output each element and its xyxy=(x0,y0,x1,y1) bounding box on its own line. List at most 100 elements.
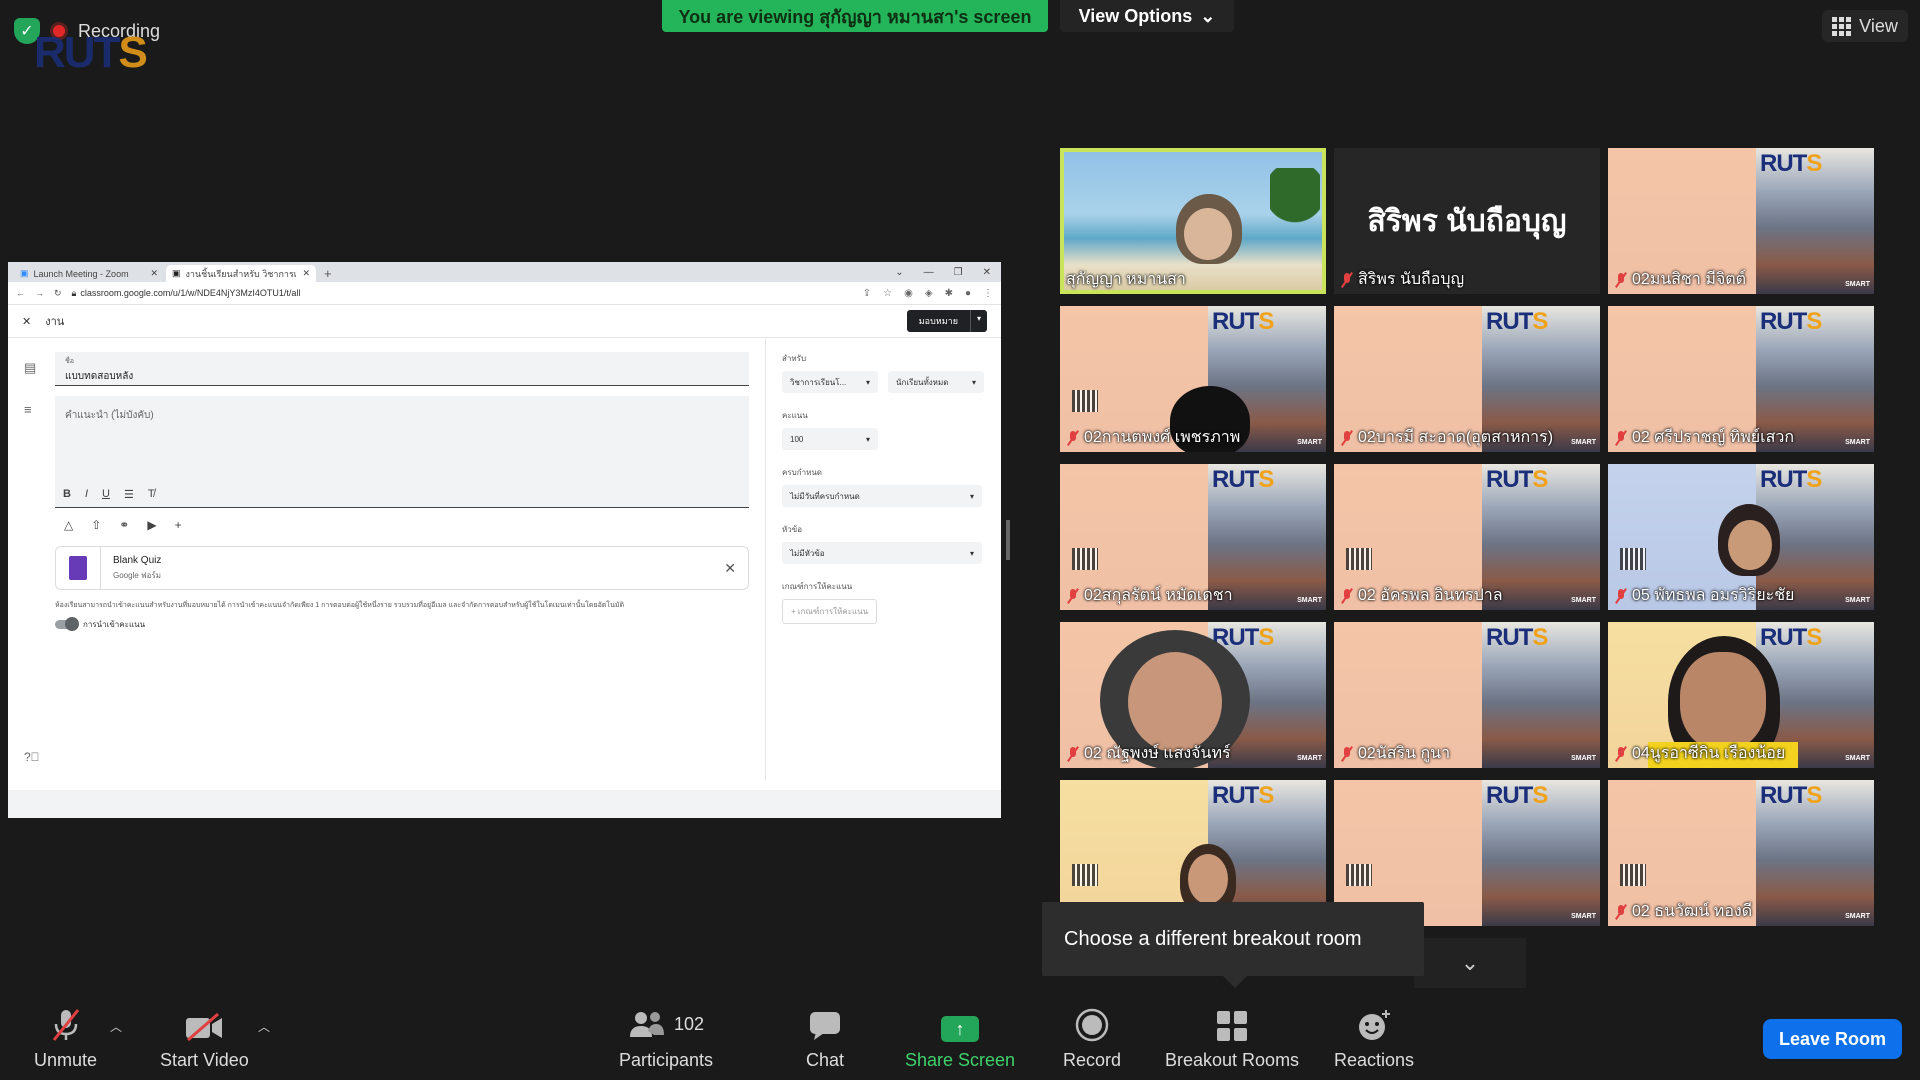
participants-count: 102 xyxy=(674,1013,705,1034)
grade-import-toggle[interactable] xyxy=(55,617,79,631)
new-tab-button[interactable]: + xyxy=(318,265,338,282)
share-screen-button[interactable]: ↑ Share Screen xyxy=(905,1006,1015,1071)
participant-tile[interactable]: สิริพร นับถือบุญ สิริพร นับถือบุญ xyxy=(1334,148,1600,294)
reload-icon[interactable]: ↻ xyxy=(54,288,62,299)
upload-icon[interactable]: ⇧ xyxy=(91,518,101,532)
participant-name-row: 02 ธนวัฒน์ ทองดี xyxy=(1614,899,1752,924)
bullet-list-icon[interactable]: ☰ xyxy=(124,488,134,501)
participant-tile[interactable]: RUTS SMART 02 ศรีปราชญ์ ทิพย์เสวก xyxy=(1608,306,1874,452)
due-date-select[interactable]: ไม่มีวันที่ครบกำหนด ▾ xyxy=(782,485,982,507)
extension-icon[interactable]: ◉ xyxy=(904,288,913,299)
participant-name-row: 02 ศรีปราชญ์ ทิพย์เสวก xyxy=(1614,425,1794,450)
bold-icon[interactable]: B xyxy=(63,488,71,501)
participants-button[interactable]: 102 Participants xyxy=(619,1006,713,1071)
profile-avatar-icon[interactable]: ● xyxy=(965,288,971,299)
splitter-handle[interactable] xyxy=(1006,520,1010,560)
audio-options-caret-icon[interactable]: ︿ xyxy=(110,1018,122,1035)
view-label: View xyxy=(1859,15,1898,36)
underline-icon[interactable]: U xyxy=(102,488,110,501)
puzzle-icon[interactable]: ✱ xyxy=(945,288,953,299)
leave-room-button[interactable]: Leave Room xyxy=(1763,1019,1902,1059)
muted-mic-icon xyxy=(1340,746,1354,762)
unmute-button[interactable]: Unmute xyxy=(34,1006,97,1071)
add-rubric-button[interactable]: + เกณฑ์การให้คะแนน xyxy=(782,599,878,624)
gallery-next-page-button[interactable]: ⌄ xyxy=(1414,938,1526,988)
reactions-smiley-icon xyxy=(1356,1006,1392,1042)
video-options-caret-icon[interactable]: ︿ xyxy=(258,1018,270,1035)
menu-dots-icon[interactable]: ⋮ xyxy=(983,288,993,299)
participant-name: 04นูรอาซีกิน เรืองน้อย xyxy=(1632,745,1786,762)
points-select[interactable]: 100 ▾ xyxy=(782,428,878,450)
remove-attachment-icon[interactable]: ✕ xyxy=(724,560,736,577)
extension-icons: ⇪ ☆ ◉ ◈ ✱ ● ⋮ xyxy=(863,288,993,299)
chat-bubble-icon xyxy=(808,1006,842,1042)
close-tab-icon[interactable]: ✕ xyxy=(150,268,158,279)
youtube-icon[interactable]: ▶ xyxy=(147,518,156,532)
participant-tile[interactable]: RUTS SMART 04นูรอาซีกิน เรืองน้อย xyxy=(1608,622,1874,768)
window-close-icon[interactable]: ✕ xyxy=(983,267,991,278)
assign-button[interactable]: มอบหมาย xyxy=(906,310,970,332)
breakout-rooms-button[interactable]: Breakout Rooms xyxy=(1165,1006,1299,1071)
notes-icon: ≡ xyxy=(24,402,32,417)
record-button[interactable]: Record xyxy=(1063,1006,1121,1071)
italic-icon[interactable]: I xyxy=(85,488,88,501)
clear-format-icon[interactable]: T̸ xyxy=(148,488,155,501)
participant-name: 02กานตพงศ์ เพชรภาพ xyxy=(1084,429,1241,446)
participant-face xyxy=(1128,652,1222,752)
chat-label: Chat xyxy=(806,1050,845,1070)
chat-button[interactable]: Chat xyxy=(806,1006,844,1071)
add-icon[interactable]: + xyxy=(175,518,182,532)
participant-tile[interactable]: RUTS SMART 05 พัทธพล อมรวิริยะชัย xyxy=(1608,464,1874,610)
participant-tile[interactable]: RUTS SMART 02มนสิชา มีจิตต์ xyxy=(1608,148,1874,294)
browser-tab-zoom[interactable]: ▣ Launch Meeting - Zoom ✕ xyxy=(14,265,164,282)
title-field-value: แบบทดสอบหลัง xyxy=(65,371,134,382)
title-field[interactable]: ชื่อ แบบทดสอบหลัง xyxy=(55,352,749,386)
participant-name: 02 ธนวัฒน์ ทองดี xyxy=(1632,903,1753,920)
extension-icon[interactable]: ◈ xyxy=(925,288,933,299)
participant-tile[interactable]: RUTS SMART 02กานตพงศ์ เพชรภาพ xyxy=(1060,306,1326,452)
participant-tile[interactable]: RUTS SMART 02สกุลรัตน์ หมัดเดชา xyxy=(1060,464,1326,610)
reactions-button[interactable]: Reactions xyxy=(1334,1006,1414,1071)
participant-name-row: 02บารมี สะอาด(อุตสาหการ) xyxy=(1340,425,1553,450)
close-icon[interactable]: ✕ xyxy=(22,315,31,328)
participant-tile[interactable]: สุกัญญา หมานสา xyxy=(1060,148,1326,294)
google-drive-icon[interactable]: △ xyxy=(64,518,73,532)
maximize-icon[interactable]: ❐ xyxy=(954,267,963,278)
link-icon[interactable]: ⚭ xyxy=(119,518,129,532)
participant-tile[interactable]: RUTS SMART 02 อัครพล อินทรปาล xyxy=(1334,464,1600,610)
instructions-field[interactable]: คำแนะนำ (ไม่บังคับ) B I U ☰ T̸ xyxy=(55,396,749,508)
class-select-value: วิชาการเรียนโ... xyxy=(790,377,847,387)
participant-tile[interactable]: RUTS SMART 02 ณัฐพงษ์ แสงจันทร์ xyxy=(1060,622,1326,768)
browser-tab-classroom[interactable]: ▣ งานชิ้นเรียนสำหรับ วิชาการเรียนโ... ✕ xyxy=(166,265,316,282)
quiz-attachment-card[interactable]: Blank Quiz Google ฟอร์ม ✕ xyxy=(55,546,749,590)
share-page-icon[interactable]: ⇪ xyxy=(863,288,871,299)
close-tab-icon[interactable]: ✕ xyxy=(302,268,310,279)
students-select[interactable]: นักเรียนทั้งหมด ▾ xyxy=(888,371,984,393)
qr-code xyxy=(1072,390,1098,412)
muted-microphone-icon xyxy=(50,1006,82,1042)
tab-search-icon[interactable]: ⌄ xyxy=(895,267,903,278)
view-options-button[interactable]: View Options ⌄ xyxy=(1060,0,1234,32)
back-icon[interactable]: ← xyxy=(16,288,25,298)
assign-dropdown-icon[interactable]: ▾ xyxy=(969,310,987,332)
muted-mic-icon xyxy=(1614,746,1628,762)
attachment-row: △ ⇧ ⚭ ▶ + xyxy=(64,518,182,532)
muted-mic-icon xyxy=(1340,430,1354,446)
start-video-button[interactable]: Start Video xyxy=(160,1006,249,1071)
topic-select[interactable]: ไม่มีหัวข้อ ▾ xyxy=(782,542,982,564)
participant-tile[interactable]: RUTS SMART 02บารมี สะอาด(อุตสาหการ) xyxy=(1334,306,1600,452)
view-button[interactable]: View xyxy=(1822,10,1908,42)
participant-tile[interactable]: RUTS SMART 02นัสริน กูนา xyxy=(1334,622,1600,768)
participant-tile[interactable]: RUTS SMART 02 ธนวัฒน์ ทองดี xyxy=(1608,780,1874,926)
bookmark-star-icon[interactable]: ☆ xyxy=(883,288,892,299)
assign-button-group: มอบหมาย ▾ xyxy=(906,310,987,332)
zoom-tab-icon: ▣ xyxy=(20,268,29,278)
lock-icon: 🔒︎ xyxy=(71,287,77,298)
participant-name: 02 ณัฐพงษ์ แสงจันทร์ xyxy=(1084,745,1231,762)
minimize-icon[interactable]: — xyxy=(924,267,934,278)
forward-icon[interactable]: → xyxy=(35,288,44,298)
url-field[interactable]: 🔒︎ classroom.google.com/u/1/w/NDE4NjY3Mz… xyxy=(72,288,853,299)
muted-mic-icon xyxy=(1614,588,1628,604)
help-icon[interactable]: ?⃝ xyxy=(24,750,40,764)
class-select[interactable]: วิชาการเรียนโ... ▾ xyxy=(782,371,878,393)
